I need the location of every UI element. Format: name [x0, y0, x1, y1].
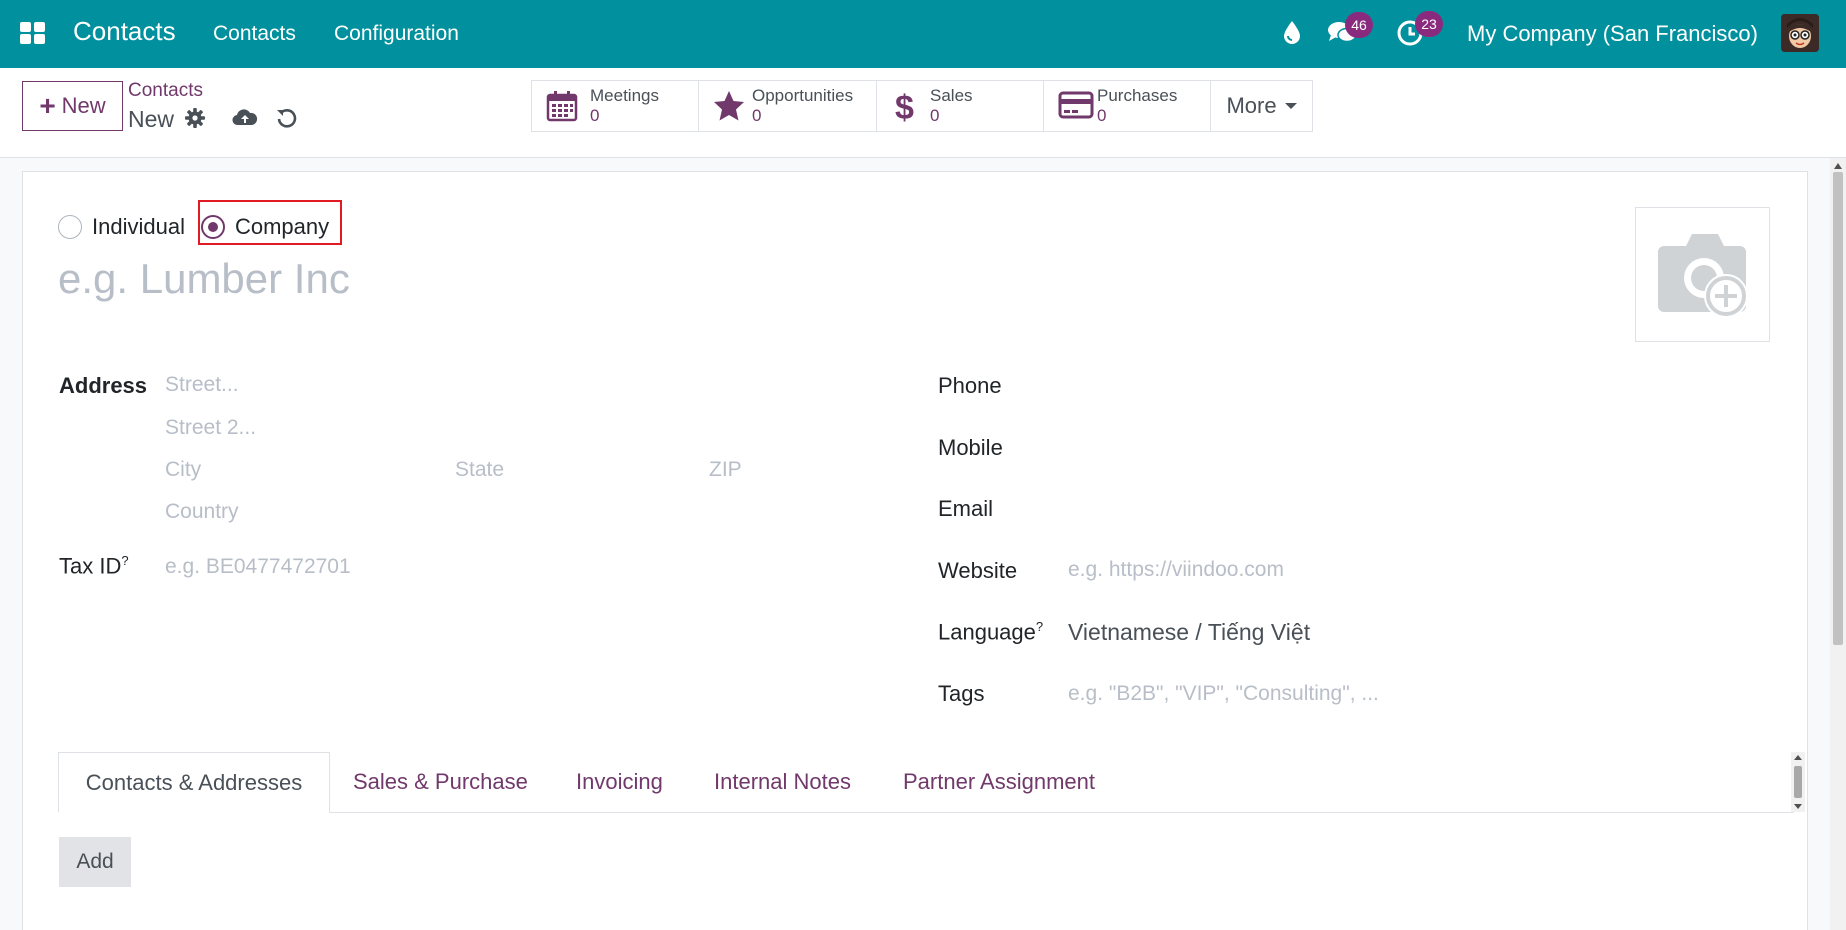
scroll-up-icon[interactable]	[1834, 163, 1842, 169]
address-label: Address	[59, 373, 148, 398]
control-panel: + New Contacts New Meetings 0 Opportunit…	[0, 68, 1846, 158]
language-help-icon[interactable]: ?	[1036, 619, 1043, 634]
state-input[interactable]	[455, 455, 695, 485]
droplet-icon[interactable]	[1283, 20, 1301, 49]
email-input[interactable]	[1068, 493, 1768, 523]
messages-icon[interactable]: 46	[1327, 12, 1373, 51]
city-input[interactable]	[165, 455, 440, 485]
tags-label: Tags	[938, 681, 985, 706]
star-icon	[713, 90, 745, 127]
language-label: Language?	[938, 619, 1044, 645]
scroll-down-icon[interactable]	[1794, 804, 1802, 809]
tags-input[interactable]	[1068, 679, 1768, 709]
tab-internal-notes[interactable]: Internal Notes	[714, 752, 851, 813]
page-scrollbar[interactable]	[1830, 158, 1846, 930]
company-highlight-box	[198, 200, 342, 245]
website-input[interactable]	[1068, 555, 1768, 585]
add-button[interactable]: Add	[59, 837, 131, 887]
tab-invoicing[interactable]: Invoicing	[576, 752, 663, 813]
smart-button-opportunities[interactable]: Opportunities 0	[699, 81, 877, 131]
cloud-upload-icon[interactable]	[232, 107, 258, 132]
smart-button-purchases[interactable]: Purchases 0	[1044, 81, 1211, 131]
activities-badge: 23	[1415, 11, 1443, 37]
dollar-icon: $	[891, 89, 921, 129]
tax-id-help-icon[interactable]: ?	[121, 553, 128, 568]
activities-clock-icon[interactable]: 23	[1397, 11, 1443, 52]
credit-card-icon	[1058, 90, 1094, 125]
company-switcher[interactable]: My Company (San Francisco)	[1467, 21, 1758, 47]
image-upload[interactable]	[1635, 207, 1770, 342]
camera-add-icon	[1636, 234, 1771, 347]
user-avatar[interactable]	[1781, 14, 1819, 52]
breadcrumb-current: New	[128, 106, 175, 132]
phone-label: Phone	[938, 373, 1002, 398]
tabs-scroll-thumb[interactable]	[1794, 766, 1802, 798]
menu-configuration[interactable]: Configuration	[334, 22, 459, 46]
mobile-label: Mobile	[938, 435, 1003, 460]
smart-buttons: Meetings 0 Opportunities 0 $ Sales 0 Pur…	[531, 80, 1313, 132]
more-dropdown[interactable]: More	[1211, 81, 1312, 131]
caret-down-icon	[1284, 103, 1297, 109]
menu-contacts[interactable]: Contacts	[213, 22, 296, 46]
name-input[interactable]	[58, 254, 958, 304]
tab-partner-assignment[interactable]: Partner Assignment	[903, 752, 1095, 813]
label-individual[interactable]: Individual	[92, 214, 185, 240]
tabs-scrollbar[interactable]	[1791, 752, 1805, 812]
app-title[interactable]: Contacts	[73, 16, 176, 47]
scroll-up-icon[interactable]	[1794, 755, 1802, 760]
radio-individual[interactable]	[58, 215, 82, 239]
notebook-tabs: Contacts & Addresses Sales & Purchase In…	[58, 752, 1794, 813]
calendar-icon	[546, 90, 578, 127]
smart-button-sales[interactable]: $ Sales 0	[877, 81, 1044, 131]
new-button[interactable]: + New	[22, 81, 123, 131]
breadcrumb-contacts[interactable]: Contacts	[128, 80, 203, 102]
country-input[interactable]	[165, 497, 865, 527]
messages-badge: 46	[1345, 12, 1373, 38]
website-label: Website	[938, 558, 1018, 583]
email-label: Email	[938, 496, 994, 521]
gear-icon[interactable]	[185, 108, 205, 133]
tax-id-label: Tax ID?	[59, 553, 129, 579]
app-menu-icon[interactable]	[20, 22, 46, 44]
phone-input[interactable]	[1068, 370, 1768, 400]
tax-id-input[interactable]	[165, 552, 865, 582]
tab-contacts-addresses[interactable]: Contacts & Addresses	[58, 752, 330, 813]
smart-button-meetings[interactable]: Meetings 0	[532, 81, 699, 131]
language-select[interactable]: Vietnamese / Tiếng Việt	[1068, 619, 1310, 646]
top-navbar: Contacts Contacts Configuration 46 23 My…	[0, 0, 1846, 68]
tab-sales-purchase[interactable]: Sales & Purchase	[353, 752, 528, 813]
svg-text:$: $	[895, 90, 914, 124]
discard-undo-icon[interactable]	[276, 107, 298, 134]
street2-input[interactable]	[165, 413, 865, 443]
mobile-input[interactable]	[1068, 432, 1768, 462]
plus-icon: +	[39, 90, 56, 121]
zip-input[interactable]	[709, 455, 869, 485]
street-input[interactable]	[165, 370, 865, 400]
page-scroll-thumb[interactable]	[1833, 172, 1843, 645]
